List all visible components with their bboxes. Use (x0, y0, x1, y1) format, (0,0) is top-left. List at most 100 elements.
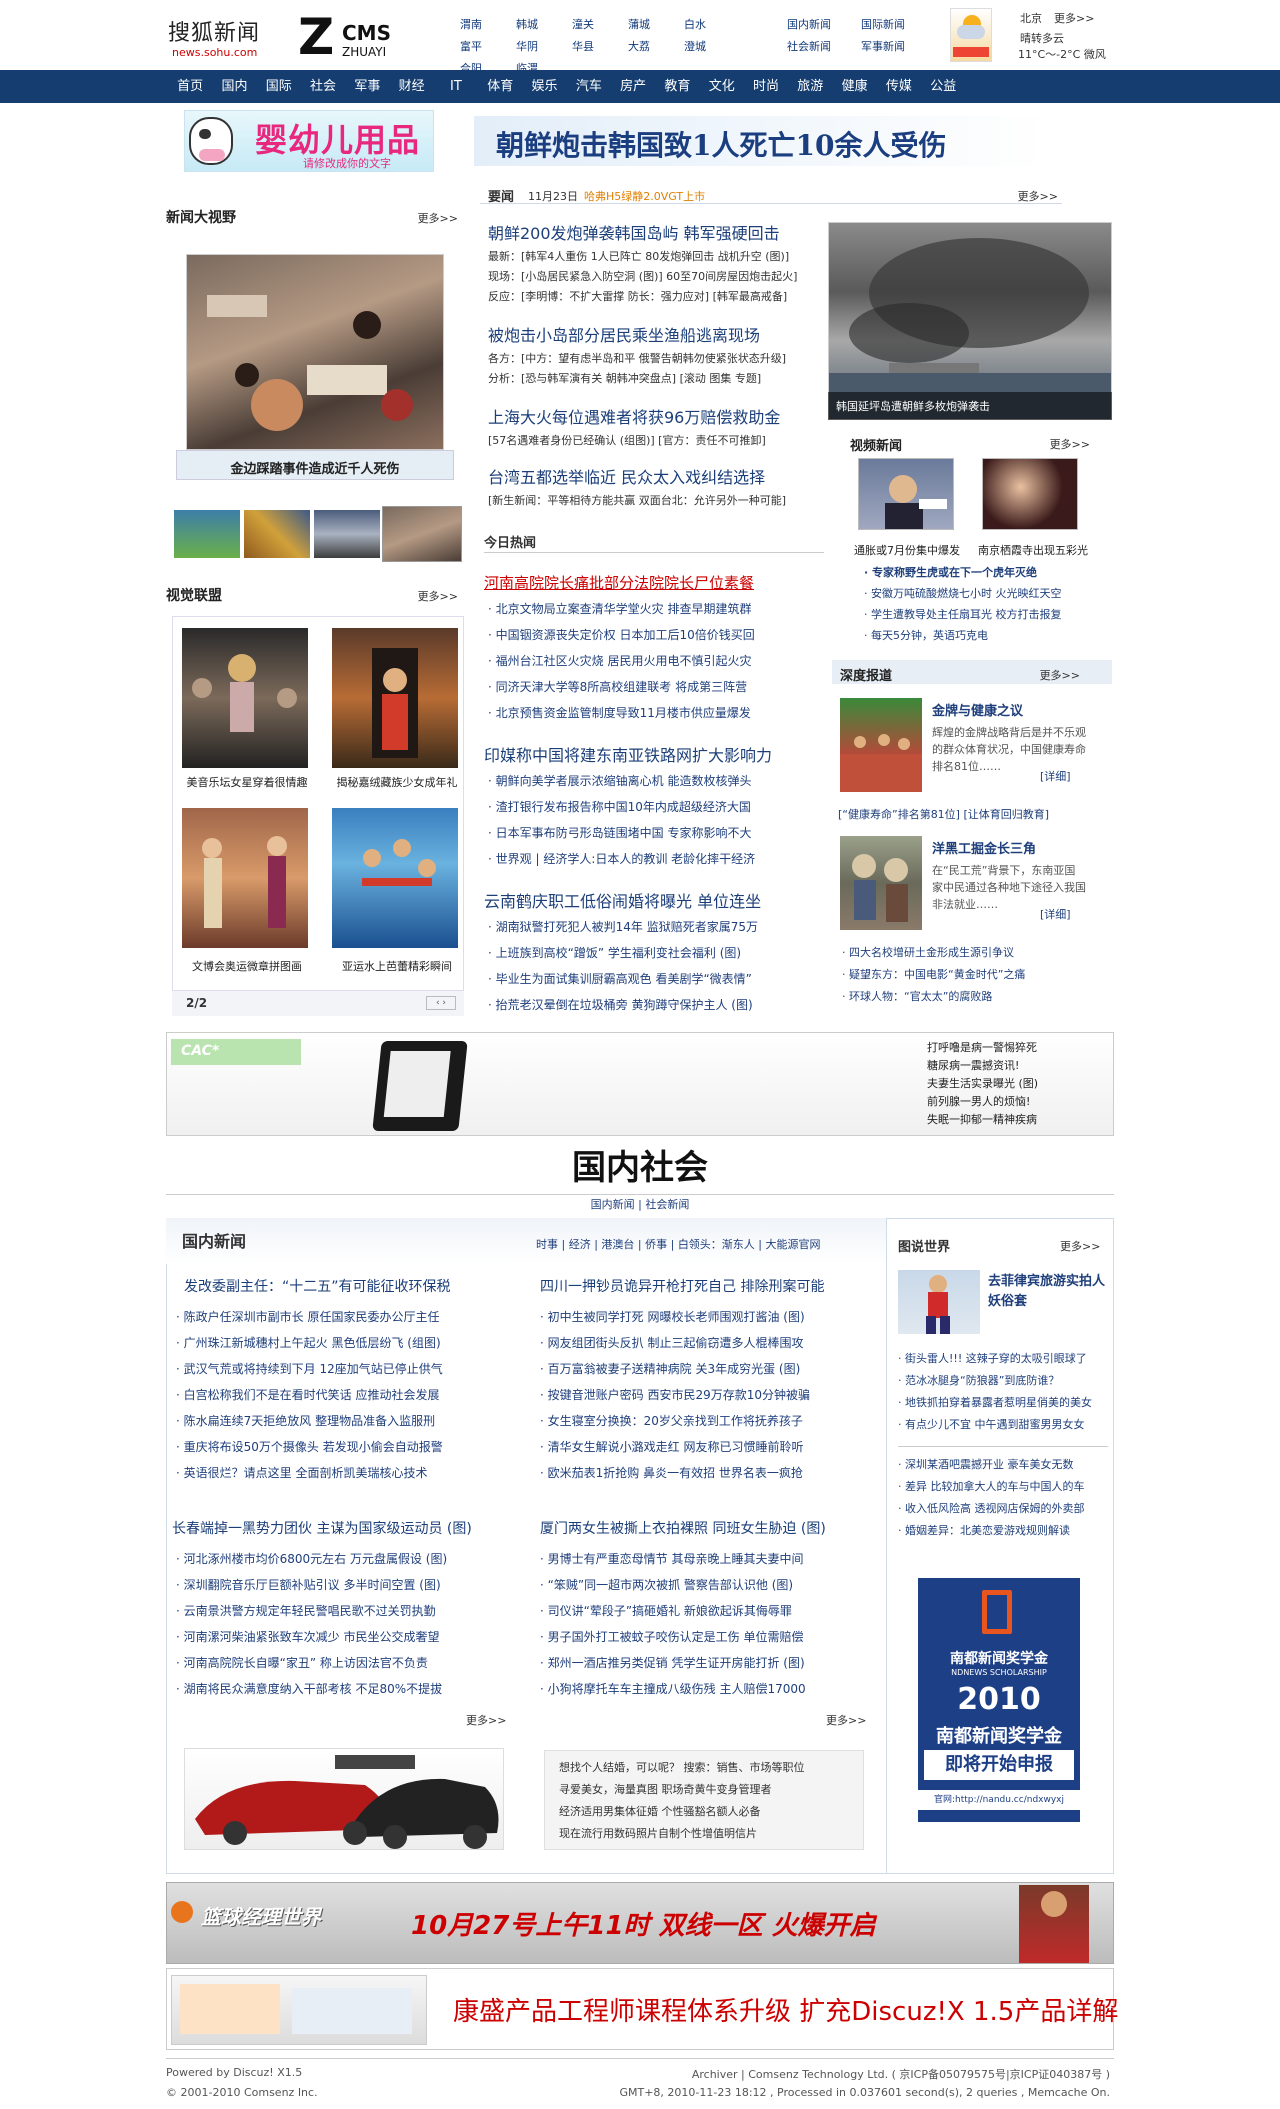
nav-item[interactable]: 首页 (168, 70, 212, 103)
basketball-banner[interactable]: 篮球经理世界 10月27号上午11时 双线一区 火爆开启 (166, 1882, 1114, 1964)
news-list-item[interactable]: 河北涿州楼市均价6800元左右 万元盘属假设 (图) (176, 1550, 516, 1567)
picworld-item[interactable]: 深圳某酒吧震撼开业 豪车美女无数 (898, 1456, 1112, 1472)
headline-4[interactable]: 台湾五都选举临近 民众太入戏纠结选择 (488, 464, 828, 488)
picworld-item[interactable]: 范冰冰腿身“防狼器”到底防谁？ (898, 1372, 1112, 1388)
subline[interactable]: 最新：[韩军4人重伤 1人已阵亡 80发炮弹回击 战机升空 (图)] (488, 248, 824, 264)
news-list-item[interactable]: 网友组团街头反扒 制止三起偷窃遭多人棍棒围攻 (540, 1334, 880, 1351)
nav-item[interactable]: 体育 (478, 70, 522, 103)
hot-item[interactable]: 毕业生为面试集训厨霸高观色 看美剧学“微表情” (488, 970, 828, 987)
headline-1[interactable]: 朝鲜200发炮弹袭韩国岛屿 韩军强硬回击 (488, 220, 828, 244)
city-link[interactable]: 白水 (674, 14, 730, 36)
site-logo-url[interactable]: news.sohu.com (172, 46, 257, 59)
nandu-scholarship-ad[interactable]: 南都新闻奖学金 NDNEWS SCHOLARSHIP 2010 南都新闻奖学金 … (918, 1578, 1080, 1822)
video-list-item[interactable]: 学生遭教导处主任扇耳光 校方打击报复 (864, 606, 1104, 622)
news-list-item[interactable]: 女生寝室分换换：20岁父亲找到工作将抚养孩子 (540, 1412, 880, 1429)
powered-by[interactable]: Powered by Discuz! X1.5 (166, 2066, 302, 2079)
nav-item[interactable]: 房产 (611, 70, 655, 103)
news-list-item[interactable]: 广州珠江新城穗村上午起火 黑色低层纷飞 (组图) (176, 1334, 516, 1351)
tab-current-affairs[interactable]: 时事 (536, 1238, 558, 1251)
news-list-item[interactable]: 陈政户任深圳市副市长 原任国家民委办公厅主任 (176, 1308, 516, 1325)
weather-more-link[interactable]: 更多>> (1054, 10, 1094, 26)
stampede-photo[interactable] (186, 254, 444, 450)
nav-item[interactable]: 公益 (921, 70, 965, 103)
text-ad[interactable]: 想找个人结婚，可以呢？ 搜索：销售、市场等职位 (559, 1759, 859, 1775)
visual-caption-2[interactable]: 揭秘嘉绒藏族少女成年礼 (322, 774, 472, 790)
hot-item[interactable]: 日本军事布防弓形岛链围堵中国 专家称影响不大 (488, 824, 828, 841)
section-sub-links[interactable]: 国内新闻 | 社会新闻 (0, 1196, 1280, 1212)
tab-economy[interactable]: 经济 (569, 1238, 591, 1251)
deep-photo-2[interactable] (840, 836, 922, 930)
ad-text-link[interactable]: 打呼噜是病一警惕猝死 (927, 1039, 1107, 1057)
visual-caption-3[interactable]: 文博会奥运微章拼图画 (172, 958, 322, 974)
subline[interactable]: 现场：[小岛居民紧急入防空洞 (图)] 60至70间房屋因炮击起火] (488, 268, 824, 284)
more-link[interactable]: 更多>> (466, 1712, 506, 1728)
picworld-item[interactable]: 街头雷人!!! 这辣子穿的太吸引眼球了 (898, 1350, 1112, 1366)
nav-item[interactable]: 传媒 (877, 70, 921, 103)
news-list-item[interactable]: 河南高院院长自曝“家丑” 称上访因法官不负责 (176, 1654, 516, 1671)
thumb-2[interactable] (244, 510, 310, 558)
visual-photo-4[interactable] (332, 808, 458, 948)
nav-item[interactable]: 国际 (257, 70, 301, 103)
news-list-item[interactable]: 司仪讲“荤段子”搞砸婚礼 新娘欲起诉其侮辱罪 (540, 1602, 880, 1619)
picworld-item[interactable]: 地铁抓拍穿着暴露者惹明星俏美的美女 (898, 1394, 1112, 1410)
hot-item[interactable]: 抬荒老汉晕倒在垃圾桶旁 黄狗蹲守保护主人 (图) (488, 996, 828, 1013)
toplink[interactable]: 国内新闻 (785, 14, 859, 36)
domestic-col1-headline-2[interactable]: 长春端掉一黑势力团伙 主谋为国家级运动员 (图) (172, 1518, 522, 1538)
hot-item[interactable]: 渣打银行发布报告称中国10年内成超级经济大国 (488, 798, 828, 815)
news-list-item[interactable]: 欧米茄表1折抢购 鼻炎一有效招 世界名表一疯抢 (540, 1464, 880, 1481)
city-link[interactable]: 华阴 (506, 36, 562, 58)
nav-item[interactable]: 军事 (345, 70, 389, 103)
picworld-item[interactable]: 有点少儿不宜 中午遇到甜蜜男男女女 (898, 1416, 1112, 1432)
hot-item[interactable]: 中国铟资源丧失定价权 日本加工后10倍价钱买回 (488, 626, 828, 643)
more-link[interactable]: 更多>> (1040, 667, 1080, 683)
deep-list-item[interactable]: 环球人物：“官太太”的腐败路 (842, 988, 1108, 1004)
more-link[interactable]: 更多>> (1018, 188, 1058, 204)
picworld-photo[interactable] (898, 1270, 980, 1334)
hot-item[interactable]: 北京文物局立案查清华学堂火灾 排查早期建筑群 (488, 600, 828, 617)
visual-photo-1[interactable] (182, 628, 308, 768)
ad-text-link[interactable]: 失眠一抑郁一精神疾病 (927, 1111, 1107, 1129)
picworld-item[interactable]: 婚姻差异：北美恋爱游戏规则解读 (898, 1522, 1112, 1538)
visual-caption-1[interactable]: 美音乐坛女星穿着很情趣 (172, 774, 322, 790)
hot-item[interactable]: 湖南狱警打死犯人被判14年 监狱赔死者家属75万 (488, 918, 828, 935)
news-list-item[interactable]: 白宫松称我们不是在看时代笑话 应推动社会发展 (176, 1386, 516, 1403)
video-caption-1[interactable]: 通胀或7月份集中爆发 (842, 542, 972, 558)
picworld-item[interactable]: 差异 比较加拿大人的车与中国人的车 (898, 1478, 1112, 1494)
nav-item[interactable]: 国内 (212, 70, 256, 103)
hot-item[interactable]: 福州台江社区火灾烧 居民用火用电不慎引起火灾 (488, 652, 828, 669)
video-thumb-2[interactable] (982, 458, 1078, 530)
news-list-item[interactable]: 陈水扁连续7天拒绝放风 整理物品准备入监服刑 (176, 1412, 516, 1429)
domestic-col1-headline[interactable]: 发改委副主任：“十二五”有可能征收环保税 (184, 1276, 514, 1296)
ad-text-link[interactable]: 糖尿病一震撼资讯! (927, 1057, 1107, 1075)
deep-article-2-title[interactable]: 洋黑工掘金长三角 (932, 838, 1036, 857)
cac-ad-banner[interactable]: CAC* 打呼噜是病一警惕猝死 糖尿病一震撼资讯! 夫妻生活实录曝光 (图) 前… (166, 1032, 1114, 1136)
nav-item[interactable]: 教育 (655, 70, 699, 103)
more-link[interactable]: 更多>> (1060, 1238, 1100, 1254)
pager-arrows-icon[interactable]: ‹ › (426, 996, 456, 1010)
news-list-item[interactable]: 按键音泄账户密码 西安市民29万存款10分钟被骗 (540, 1386, 880, 1403)
text-ad[interactable]: 经济适用男集体征婚 个性骚豁名额人必备 (559, 1803, 859, 1819)
nav-item[interactable]: 时尚 (744, 70, 788, 103)
hot-item[interactable]: 同济天津大学等8所高校组建联考 将成第三阵营 (488, 678, 828, 695)
more-link[interactable]: 更多>> (418, 588, 458, 604)
news-list-item[interactable]: 小狗将摩托车车主撞成八级伤残 主人赔偿17000 (540, 1680, 880, 1697)
text-ad[interactable]: 现在流行用数码照片自制个性增值明信片 (559, 1825, 859, 1841)
hot-item[interactable]: 上班族到高校“蹭饭” 学生福利变社会福利 (图) (488, 944, 828, 961)
hot-headline-3[interactable]: 云南鹤庆职工低俗闹婚将曝光 单位连坐 (484, 888, 824, 912)
headline-2[interactable]: 被炮击小岛部分居民乘坐渔船逃离现场 (488, 322, 828, 346)
hot-item[interactable]: 世界观 | 经济学人:日本人的教训 老龄化摔干经济 (488, 850, 828, 867)
deep-list-item[interactable]: 四大名校增研土金形成生源引争议 (842, 944, 1108, 960)
ad-text-link[interactable]: 夫妻生活实录曝光 (图) (927, 1075, 1107, 1093)
picworld-feature[interactable]: 去菲律宾旅游实拍人妖俗套 (988, 1272, 1110, 1312)
news-list-item[interactable]: 重庆将布设50万个摄像头 若发现小偷会自动报警 (176, 1438, 516, 1455)
top-headline-text[interactable]: 朝鲜炮击韩国致1人死亡10余人受伤 (496, 124, 946, 164)
subline[interactable]: [新生新闻：平等相待方能共赢 双面台北：允许另外一种可能] (488, 492, 824, 508)
thumb-1[interactable] (174, 510, 240, 558)
deep-article-1-link[interactable]: [详细] (1040, 768, 1071, 784)
news-list-item[interactable]: 河南漯河柴油紧张致车次减少 市民坐公交成奢望 (176, 1628, 516, 1645)
discuz-banner[interactable]: 康盛产品工程师课程体系升级 扩充Discuz!X 1.5产品详解 (166, 1968, 1118, 2050)
video-list-item[interactable]: 安徽万吨硫酸燃烧七小时 火光映红天空 (864, 585, 1104, 601)
footer-links[interactable]: Archiver | Comsenz Technology Ltd. ( 京IC… (692, 2066, 1110, 2082)
toplink[interactable]: 国际新闻 (859, 14, 933, 36)
cms-logo[interactable]: Z CMS ZHUAYI (298, 8, 416, 66)
